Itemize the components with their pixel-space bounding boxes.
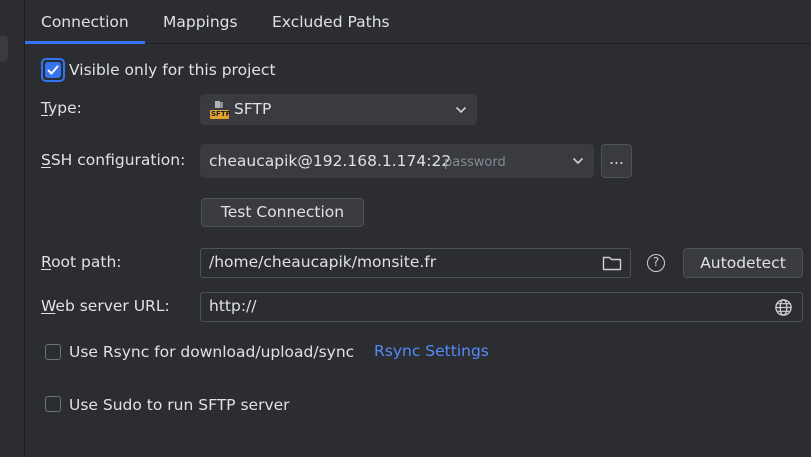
web-server-url-label: Web server URL:	[41, 297, 170, 315]
left-settings-pane	[0, 0, 25, 457]
help-icon[interactable]: ?	[647, 254, 665, 272]
web-server-url-field[interactable]: http://	[200, 292, 803, 322]
sudo-label[interactable]: Use Sudo to run SFTP server	[69, 396, 290, 414]
tab-mappings[interactable]: Mappings	[163, 0, 238, 43]
sftp-icon-label: SFTP	[211, 110, 231, 118]
root-path-field[interactable]: /home/cheaucapik/monsite.fr	[200, 248, 631, 278]
tab-connection[interactable]: Connection	[25, 0, 145, 44]
sftp-icon: SFTP	[209, 100, 231, 120]
chevron-down-icon	[455, 105, 467, 115]
tab-excluded-paths[interactable]: Excluded Paths	[272, 0, 390, 43]
autodetect-button[interactable]: Autodetect	[683, 248, 803, 278]
root-path-value: /home/cheaucapik/monsite.fr	[209, 253, 437, 271]
folder-icon[interactable]	[602, 255, 622, 271]
test-connection-button[interactable]: Test Connection	[201, 198, 364, 227]
root-path-label: Root path:	[41, 253, 122, 271]
ssh-more-button[interactable]: ...	[601, 144, 632, 178]
ssh-configuration-label: SSH configuration:	[41, 151, 186, 169]
ssh-auth-type: password	[444, 155, 506, 170]
tab-bar: Connection Mappings Excluded Paths	[25, 0, 811, 44]
rsync-checkbox[interactable]	[45, 344, 61, 360]
left-pane-selection[interactable]	[0, 36, 8, 62]
type-value: SFTP	[234, 100, 272, 118]
visible-only-checkbox[interactable]	[45, 62, 61, 78]
ssh-configuration-dropdown[interactable]: cheaucapik@192.168.1.174:22 password	[200, 144, 594, 178]
globe-icon[interactable]	[774, 298, 793, 317]
type-dropdown[interactable]: SFTP SFTP	[200, 94, 477, 125]
chevron-down-icon	[572, 156, 584, 166]
rsync-settings-link[interactable]: Rsync Settings	[374, 342, 489, 360]
type-label: Type:	[41, 99, 82, 117]
web-server-url-value: http://	[209, 297, 257, 315]
ssh-configuration-value: cheaucapik@192.168.1.174:22	[209, 152, 452, 170]
checkmark-icon	[47, 65, 59, 75]
visible-only-label[interactable]: Visible only for this project	[69, 61, 276, 79]
sudo-checkbox[interactable]	[45, 396, 61, 412]
rsync-label[interactable]: Use Rsync for download/upload/sync	[69, 343, 354, 361]
